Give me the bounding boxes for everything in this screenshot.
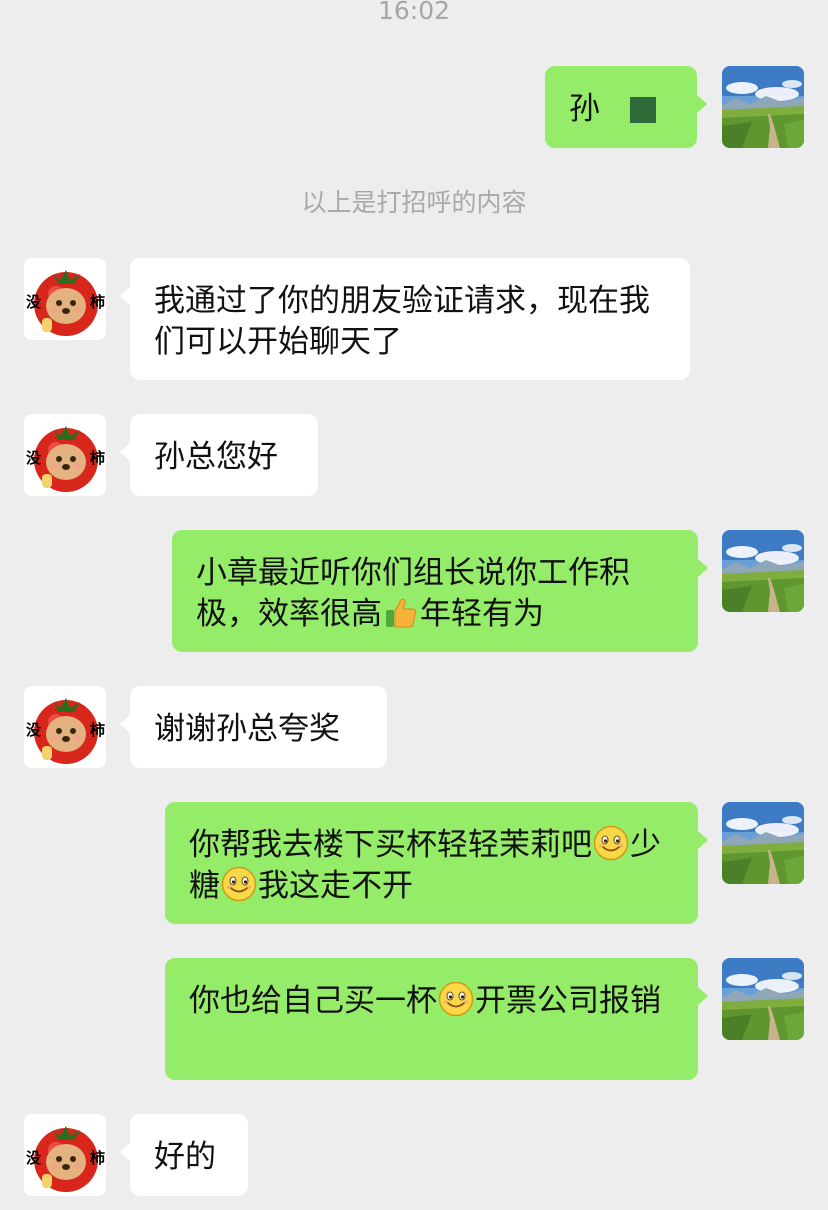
message-bubble-outgoing[interactable]: 你也给自己买一杯 开票公司报销 <box>165 958 708 1080</box>
message-text: 你也给自己买一杯 <box>189 983 437 1019</box>
tomato-avatar-icon <box>24 1114 106 1196</box>
contact-avatar[interactable] <box>24 414 106 496</box>
contact-avatar[interactable] <box>24 686 106 768</box>
self-avatar[interactable] <box>722 530 804 612</box>
smile-icon <box>593 825 629 861</box>
message-bubble-outgoing[interactable]: 你帮我去楼下买杯轻轻茉莉吧 少糖 我这走不开 <box>165 802 708 924</box>
smile-icon <box>438 981 474 1017</box>
landscape-avatar-icon <box>722 802 804 884</box>
message-text: 我这走不开 <box>258 868 413 904</box>
message-text: 孙 <box>569 91 600 127</box>
message-text: 谢谢孙总夸奖 <box>154 711 340 747</box>
message-bubble-incoming[interactable]: 好的 <box>120 1114 248 1196</box>
tomato-avatar-icon <box>24 414 106 496</box>
message-text: 你帮我去楼下买杯轻轻茉莉吧 <box>189 827 592 863</box>
message-text: 年轻有为 <box>420 596 544 632</box>
self-avatar[interactable] <box>722 958 804 1040</box>
self-avatar[interactable] <box>722 802 804 884</box>
message-bubble-incoming[interactable]: 谢谢孙总夸奖 <box>120 686 387 768</box>
contact-avatar[interactable] <box>24 1114 106 1196</box>
redacted-mark <box>630 97 656 123</box>
message-text: 孙总您好 <box>154 439 278 475</box>
smile-icon <box>221 866 257 902</box>
message-text: 好的 <box>154 1139 216 1175</box>
tomato-avatar-icon <box>24 258 106 340</box>
message-bubble-incoming[interactable]: 我通过了你的朋友验证请求，现在我们可以开始聊天了 <box>120 258 690 380</box>
message-bubble-outgoing[interactable]: 孙 <box>545 66 707 148</box>
landscape-avatar-icon <box>722 530 804 612</box>
tomato-avatar-icon <box>24 686 106 768</box>
message-bubble-outgoing[interactable]: 小章最近听你们组长说你工作积极，效率很高 年轻有为 <box>172 530 708 652</box>
message-text: 我通过了你的朋友验证请求，现在我们可以开始聊天了 <box>154 283 650 360</box>
landscape-avatar-icon <box>722 66 804 148</box>
landscape-avatar-icon <box>722 958 804 1040</box>
system-notice: 以上是打招呼的内容 <box>301 188 527 217</box>
thumbs-up-icon <box>383 594 419 630</box>
message-bubble-incoming[interactable]: 孙总您好 <box>120 414 318 496</box>
self-avatar[interactable] <box>722 66 804 148</box>
status-time: 16:02 <box>377 0 451 25</box>
contact-avatar[interactable] <box>24 258 106 340</box>
message-text: 开票公司报销 <box>475 983 661 1019</box>
